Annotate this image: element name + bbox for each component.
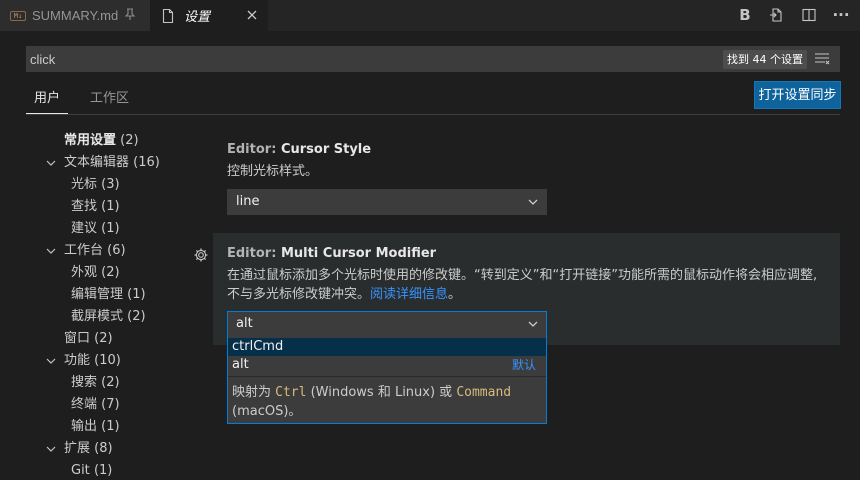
toc-item-search[interactable]: 搜索 (2) xyxy=(71,372,120,394)
divider xyxy=(26,114,840,115)
tab-settings[interactable]: 设置 xyxy=(150,0,268,31)
toc-item-window[interactable]: 窗口 (2) xyxy=(64,328,113,350)
chevron-down-icon[interactable] xyxy=(46,356,56,366)
settings-search-box: 找到 44 个设置 xyxy=(26,46,840,72)
setting-description: 在通过鼠标添加多个光标时使用的修改键。“转到定义”和“打开链接”功能所需的鼠标动… xyxy=(227,268,818,302)
chevron-down-icon[interactable] xyxy=(46,444,56,454)
open-file-icon[interactable] xyxy=(768,6,786,24)
tab-summary-md[interactable]: M↓ SUMMARY.md xyxy=(0,0,150,31)
divider xyxy=(228,376,546,377)
chevron-down-icon[interactable] xyxy=(46,246,56,256)
setting-title-multi-cursor-modifier: Editor: Multi Cursor Modifier xyxy=(227,246,437,261)
toc-item-features[interactable]: 功能 (10) xyxy=(64,350,121,372)
toc-item-extensions[interactable]: 扩展 (8) xyxy=(64,438,113,460)
toc-item-suggestions[interactable]: 建议 (1) xyxy=(71,218,120,240)
split-editor-icon[interactable] xyxy=(800,6,818,24)
chevron-down-icon[interactable] xyxy=(46,158,56,168)
toc-item-terminal[interactable]: 终端 (7) xyxy=(71,394,120,416)
close-icon[interactable] xyxy=(245,8,259,22)
tab-user[interactable]: 用户 xyxy=(26,90,69,114)
settings-search-input[interactable] xyxy=(30,46,680,72)
markdown-file-icon: M↓ xyxy=(10,10,26,21)
tab-workspace[interactable]: 工作区 xyxy=(82,90,137,114)
chevron-down-icon xyxy=(528,199,538,205)
read-more-link[interactable]: 阅读详细信息 xyxy=(370,287,448,302)
result-count-badge: 找到 44 个设置 xyxy=(723,50,807,69)
toc-item-find[interactable]: 查找 (1) xyxy=(71,196,120,218)
settings-scope-tabs: 用户 工作区 xyxy=(26,90,151,114)
toc-item-commonly-used[interactable]: 常用设置 (2) xyxy=(64,130,139,152)
option-description: 映射为 Ctrl (Windows 和 Linux) 或 Command (mac… xyxy=(232,385,512,419)
chevron-down-icon xyxy=(528,321,538,327)
setting-description: 控制光标样式。 xyxy=(227,164,319,179)
editor-tab-bar: M↓ SUMMARY.md 设置 B ··· xyxy=(0,0,860,31)
toc-item-cursor[interactable]: 光标 (3) xyxy=(71,174,120,196)
setting-title-cursor-style: Editor: Cursor Style xyxy=(227,142,372,157)
tab-label: 设置 xyxy=(184,9,211,24)
bold-button[interactable]: B xyxy=(736,6,754,24)
cursor-style-select[interactable]: line xyxy=(227,189,547,215)
toc-item-appearance[interactable]: 外观 (2) xyxy=(71,262,120,284)
multi-cursor-modifier-select[interactable]: alt xyxy=(227,311,547,337)
tab-label: SUMMARY.md xyxy=(32,8,119,23)
toc-item-workbench[interactable]: 工作台 (6) xyxy=(64,240,126,262)
toc-item-git[interactable]: Git (1) xyxy=(71,460,112,480)
gear-icon[interactable] xyxy=(193,247,209,263)
default-badge: 默认 xyxy=(511,358,536,372)
clear-filter-icon[interactable] xyxy=(814,52,830,66)
file-icon xyxy=(162,8,174,23)
toc-item-output[interactable]: 输出 (1) xyxy=(71,416,120,438)
toc-item-screencast-mode[interactable]: 截屏模式 (2) xyxy=(71,306,146,328)
toc-item-text-editor[interactable]: 文本编辑器 (16) xyxy=(64,152,160,174)
turn-on-settings-sync-button[interactable]: 打开设置同步 xyxy=(754,81,841,109)
select-dropdown-list: ctrlCmd alt 默认 映射为 Ctrl (Windows 和 Linux… xyxy=(227,336,547,424)
more-actions-button[interactable]: ··· xyxy=(832,6,850,24)
pin-icon[interactable] xyxy=(124,7,136,24)
toc-item-editor-management[interactable]: 编辑管理 (1) xyxy=(71,284,146,306)
option-alt[interactable]: alt 默认 xyxy=(228,356,546,374)
option-ctrlcmd[interactable]: ctrlCmd xyxy=(228,338,546,356)
